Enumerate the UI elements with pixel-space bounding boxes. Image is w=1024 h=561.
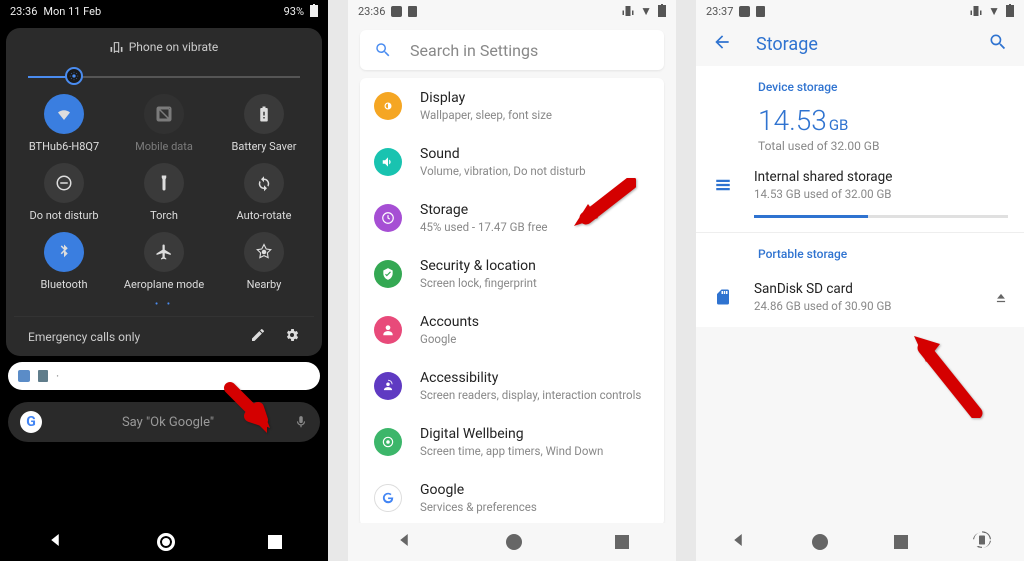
brightness-slider[interactable] xyxy=(28,64,300,88)
nav-bar xyxy=(348,523,676,561)
row-icon xyxy=(374,260,402,288)
back-button[interactable] xyxy=(46,531,64,553)
settings-row-storage[interactable]: Storage45% used - 17.47 GB free xyxy=(360,190,664,246)
status-bar: 23:36 Mon 11 Feb 93% xyxy=(0,0,328,22)
settings-button[interactable] xyxy=(284,327,300,346)
qs-tile-plane[interactable]: Aeroplane mode xyxy=(114,232,214,291)
home-button[interactable] xyxy=(157,533,175,551)
battery-icon xyxy=(1006,5,1014,17)
settings-list-panel: 23:36 ▼ Search in Settings DisplayWallpa… xyxy=(348,0,676,561)
sd-icon xyxy=(408,6,417,17)
notification-row[interactable]: · xyxy=(8,362,320,390)
qs-tile-nosim[interactable]: Mobile data xyxy=(114,94,214,153)
settings-row-digital-wellbeing[interactable]: Digital WellbeingScreen time, app timers… xyxy=(360,414,664,470)
row-icon xyxy=(374,316,402,344)
nav-bar xyxy=(696,523,1024,561)
vibrate-icon xyxy=(622,5,634,17)
search-button[interactable] xyxy=(988,32,1008,56)
ringer-status[interactable]: Phone on vibrate xyxy=(14,40,314,54)
recents-button[interactable] xyxy=(268,535,282,549)
storage-bars-icon xyxy=(712,176,734,194)
screenshot-icon xyxy=(739,6,750,17)
page-title: Storage xyxy=(756,34,964,55)
internal-storage-progress xyxy=(754,215,1008,218)
screenshot-icon xyxy=(18,370,30,382)
quick-settings-panel: 23:36 Mon 11 Feb 93% Phone on vibrate BT… xyxy=(0,0,328,561)
storage-header: Storage xyxy=(696,22,1024,66)
recents-button[interactable] xyxy=(894,535,908,549)
settings-row-display[interactable]: DisplayWallpaper, sleep, font size xyxy=(360,78,664,134)
portable-storage-label: Portable storage xyxy=(696,233,1024,267)
settings-row-accessibility[interactable]: AccessibilityScreen readers, display, in… xyxy=(360,358,664,414)
qs-tile-nearby[interactable]: Nearby xyxy=(214,232,314,291)
rotate-icon xyxy=(244,163,284,203)
internal-storage-row[interactable]: Internal shared storage 14.53 GB used of… xyxy=(696,155,1024,215)
settings-row-accounts[interactable]: AccountsGoogle xyxy=(360,302,664,358)
dnd-icon xyxy=(44,163,84,203)
page-indicator: • • xyxy=(14,299,314,310)
qs-tile-rotate[interactable]: Auto-rotate xyxy=(214,163,314,222)
settings-row-google[interactable]: GoogleServices & preferences xyxy=(360,470,664,526)
bt-icon xyxy=(44,232,84,272)
settings-row-sound[interactable]: SoundVolume, vibration, Do not disturb xyxy=(360,134,664,190)
nearby-icon xyxy=(244,232,284,272)
row-icon xyxy=(374,372,402,400)
total-used: 14.53GB Total used of 32.00 GB xyxy=(696,100,1024,155)
row-icon xyxy=(374,484,402,512)
settings-row-security-location[interactable]: Security & locationScreen lock, fingerpr… xyxy=(360,246,664,302)
status-bar: 23:36 ▼ xyxy=(348,0,676,22)
status-bar: 23:37 ▼ xyxy=(696,0,1024,22)
rotate-button[interactable] xyxy=(973,531,991,553)
search-placeholder: Search in Settings xyxy=(410,41,538,60)
plane-icon xyxy=(144,232,184,272)
storage-panel: 23:37 ▼ Storage Device storage 14.53GB T… xyxy=(696,0,1024,561)
home-button[interactable] xyxy=(812,534,828,550)
battery-icon xyxy=(310,5,318,17)
status-time: 23:37 xyxy=(706,5,733,18)
battery-percent: 93% xyxy=(284,5,304,18)
qs-tile-wifi[interactable]: BTHub6-H8Q7 xyxy=(14,94,114,153)
sd-icon xyxy=(756,6,765,17)
vibrate-icon xyxy=(970,5,982,17)
row-icon xyxy=(374,92,402,120)
recents-button[interactable] xyxy=(615,535,629,549)
battery-icon xyxy=(658,5,666,17)
qs-tile-bt[interactable]: Bluetooth xyxy=(14,232,114,291)
wifi-icon xyxy=(44,94,84,134)
back-button[interactable] xyxy=(729,531,747,553)
row-icon xyxy=(374,428,402,456)
qs-tile-dnd[interactable]: Do not disturb xyxy=(14,163,114,222)
device-storage-label: Device storage xyxy=(696,66,1024,100)
annotation-arrow xyxy=(906,328,986,422)
sd-icon xyxy=(38,370,48,382)
screenshot-icon xyxy=(391,6,402,17)
nosim-icon xyxy=(144,94,184,134)
wifi-icon: ▼ xyxy=(640,4,652,18)
torch-icon xyxy=(144,163,184,203)
home-button[interactable] xyxy=(506,534,522,550)
sd-card-row[interactable]: SanDisk SD card 24.86 GB used of 30.90 G… xyxy=(696,267,1024,327)
sd-card-icon xyxy=(712,288,734,306)
qs-tile-torch[interactable]: Torch xyxy=(114,163,214,222)
status-time: 23:36 xyxy=(10,5,37,18)
search-icon xyxy=(374,41,392,59)
row-icon xyxy=(374,148,402,176)
row-icon xyxy=(374,204,402,232)
google-search-pill[interactable]: G Say "Ok Google" xyxy=(8,402,320,442)
status-date: Mon 11 Feb xyxy=(43,5,101,18)
nav-bar xyxy=(0,523,328,561)
battery-icon xyxy=(244,94,284,134)
mic-icon xyxy=(294,415,308,429)
status-time: 23:36 xyxy=(358,5,385,18)
eject-button[interactable] xyxy=(994,290,1008,304)
google-logo-icon: G xyxy=(20,411,42,433)
wifi-icon: ▼ xyxy=(988,4,1000,18)
back-arrow-button[interactable] xyxy=(712,32,732,56)
network-status: Emergency calls only xyxy=(28,330,140,344)
edit-button[interactable] xyxy=(250,327,266,346)
qs-tile-battery[interactable]: Battery Saver xyxy=(214,94,314,153)
search-bar[interactable]: Search in Settings xyxy=(360,30,664,70)
quick-settings-shade: Phone on vibrate BTHub6-H8Q7Mobile dataB… xyxy=(6,28,322,356)
back-button[interactable] xyxy=(395,531,413,553)
